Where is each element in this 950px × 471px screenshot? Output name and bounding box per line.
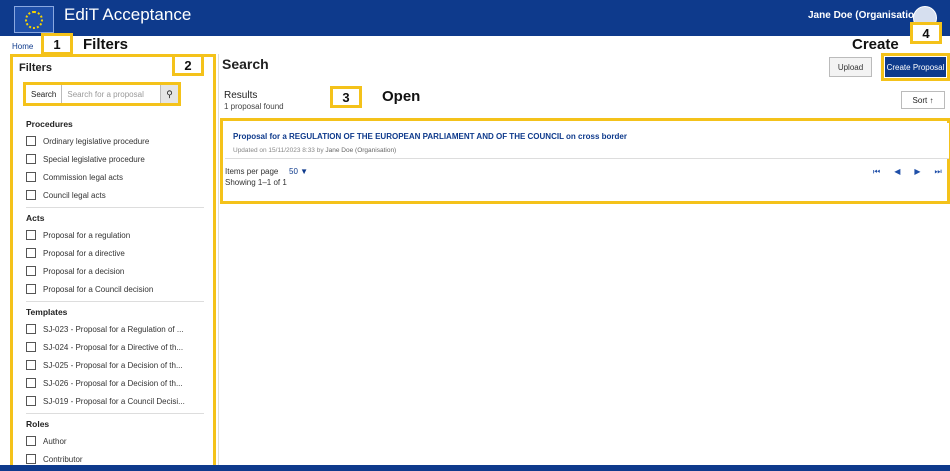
checkbox[interactable] (26, 248, 36, 258)
checkbox[interactable] (26, 284, 36, 294)
checkbox[interactable] (26, 436, 36, 446)
filter-template-sj-023[interactable]: SJ-023 - Proposal for a Regulation of ..… (26, 324, 184, 334)
checkbox[interactable] (26, 360, 36, 370)
divider (26, 301, 204, 302)
proposal-author: Jane Doe (Organisation) (325, 147, 397, 154)
checkbox[interactable] (26, 230, 36, 240)
results-label: Results (224, 90, 258, 101)
filter-proposal-regulation[interactable]: Proposal for a regulation (26, 230, 130, 240)
filter-proposal-decision[interactable]: Proposal for a decision (26, 266, 124, 276)
items-per-page-select[interactable]: 50 ▼ (289, 167, 308, 176)
checkbox[interactable] (26, 172, 36, 182)
footer (0, 465, 950, 471)
checkbox[interactable] (26, 190, 36, 200)
callout-badge-4: 4 (910, 22, 942, 44)
filter-proposal-council-decision[interactable]: Proposal for a Council decision (26, 284, 153, 294)
upload-button[interactable]: Upload (829, 57, 872, 77)
callout-label-open: Open (382, 88, 421, 105)
page: EdiT Acceptance Jane Doe (Organisation) … (0, 0, 950, 471)
pagination-status: Showing 1–1 of 1 (225, 178, 287, 187)
checkbox[interactable] (26, 324, 36, 334)
results-count: 1 proposal found (224, 102, 284, 111)
search-icon: ⚲ (166, 88, 173, 99)
breadcrumb-home[interactable]: Home (12, 42, 33, 51)
callout-badge-1: 1 (41, 33, 73, 55)
filters-title: Filters (19, 62, 53, 74)
pagination: ⏮ ◀ ▶ ⏭ (873, 167, 942, 177)
search-label: Search (26, 85, 63, 103)
callout-badge-3: 3 (330, 86, 362, 108)
checkbox[interactable] (26, 154, 36, 164)
eu-logo-icon[interactable] (14, 6, 54, 33)
callout-label-filters: Filters (83, 36, 129, 53)
filter-group-templates: Templates (26, 307, 68, 317)
filter-template-sj-024[interactable]: SJ-024 - Proposal for a Directive of th.… (26, 342, 183, 352)
prev-page-icon[interactable]: ◀ (894, 167, 900, 177)
sidebar-divider (218, 54, 219, 468)
proposal-title-link[interactable]: Proposal for a REGULATION OF THE EUROPEA… (233, 132, 627, 141)
user-name[interactable]: Jane Doe (Organisation) (808, 10, 924, 21)
search-input[interactable] (62, 85, 160, 103)
search-button[interactable]: ⚲ (160, 85, 178, 103)
proposal-meta: Updated on 15/11/2023 8:33 by Jane Doe (… (233, 147, 396, 154)
checkbox[interactable] (26, 396, 36, 406)
filter-group-procedures: Procedures (26, 119, 73, 129)
filter-template-sj-019[interactable]: SJ-019 - Proposal for a Council Decisi..… (26, 396, 185, 406)
checkbox[interactable] (26, 266, 36, 276)
next-page-icon[interactable]: ▶ (914, 167, 920, 177)
callout-label-create: Create (852, 36, 899, 53)
results-list: Proposal for a REGULATION OF THE EUROPEA… (220, 118, 950, 204)
filter-ordinary-legislative-procedure[interactable]: Ordinary legislative procedure (26, 136, 149, 146)
checkbox[interactable] (26, 454, 36, 464)
last-page-icon[interactable]: ⏭ (935, 167, 942, 177)
callout-badge-2: 2 (172, 54, 204, 76)
app-title: EdiT Acceptance (64, 5, 192, 24)
sort-button[interactable]: Sort ↑ (901, 91, 945, 109)
filter-special-legislative-procedure[interactable]: Special legislative procedure (26, 154, 145, 164)
top-bar: EdiT Acceptance Jane Doe (Organisation) (0, 0, 950, 36)
filter-role-contributor[interactable]: Contributor (26, 454, 83, 464)
page-title: Search (222, 56, 269, 72)
checkbox[interactable] (26, 378, 36, 388)
breadcrumb: Home (12, 42, 33, 51)
filter-proposal-directive[interactable]: Proposal for a directive (26, 248, 125, 258)
filter-council-legal-acts[interactable]: Council legal acts (26, 190, 106, 200)
filter-template-sj-025[interactable]: SJ-025 - Proposal for a Decision of th..… (26, 360, 183, 370)
first-page-icon[interactable]: ⏮ (873, 167, 880, 177)
filters-panel: Filters « Search ⚲ Procedures Ordinary l… (10, 54, 216, 468)
create-proposal-highlight: Create Proposal (881, 53, 950, 81)
search-box: Search ⚲ (23, 82, 181, 106)
items-per-page-label: Items per page (225, 167, 279, 176)
divider (26, 207, 204, 208)
proposal-updated: Updated on 15/11/2023 8:33 by (233, 147, 324, 154)
filter-template-sj-026[interactable]: SJ-026 - Proposal for a Decision of th..… (26, 378, 183, 388)
checkbox[interactable] (26, 342, 36, 352)
divider (26, 413, 204, 414)
filter-commission-legal-acts[interactable]: Commission legal acts (26, 172, 123, 182)
filter-group-acts: Acts (26, 213, 45, 223)
filter-group-roles: Roles (26, 419, 50, 429)
list-item[interactable]: Proposal for a REGULATION OF THE EUROPEA… (225, 123, 949, 159)
checkbox[interactable] (26, 136, 36, 146)
create-proposal-button[interactable]: Create Proposal (885, 57, 946, 77)
filter-role-author[interactable]: Author (26, 436, 67, 446)
